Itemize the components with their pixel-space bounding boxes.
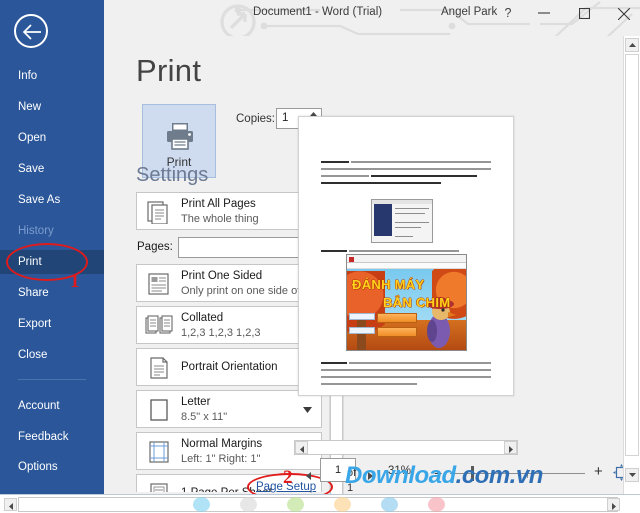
settings-heading: Settings <box>136 164 209 186</box>
taskbar-dot <box>240 497 257 512</box>
scroll-left-icon[interactable] <box>4 498 17 511</box>
sidebar-divider <box>18 379 86 380</box>
taskbar-dot <box>381 497 398 512</box>
setting-subtitle: Left: 1" Right: 1" <box>181 453 261 465</box>
print-preview-pane: ĐÁNH MÁY BẮN CHIM <box>284 36 614 456</box>
setting-title: Letter <box>181 396 211 408</box>
watermark-part1: Download <box>345 462 456 489</box>
sidebar-item-history: History <box>18 225 54 237</box>
one-sided-icon <box>148 273 169 295</box>
setting-subtitle: 1,2,3 1,2,3 1,2,3 <box>181 327 261 339</box>
sidebar-item-share[interactable]: Share <box>0 281 104 305</box>
help-icon[interactable]: ? <box>500 4 516 22</box>
sidebar-item-info[interactable]: Info <box>0 64 104 88</box>
preview-inline-dialog-image <box>371 199 433 243</box>
sidebar-item-feedback[interactable]: Feedback <box>0 425 104 449</box>
close-icon[interactable] <box>609 2 639 24</box>
scroll-right-icon[interactable] <box>607 498 620 511</box>
taskbar-dot <box>287 497 304 512</box>
taskbar-dot <box>193 497 210 512</box>
sidebar-item-account[interactable]: Account <box>0 394 104 418</box>
sidebar-item-open[interactable]: Open <box>0 126 104 150</box>
user-account-name[interactable]: Angel Park <box>441 6 497 18</box>
game-title-line1: ĐÁNH MÁY <box>352 277 425 292</box>
pages-label: Pages: <box>137 241 173 253</box>
bottom-horizontal-scrollbar[interactable] <box>0 494 640 513</box>
setting-title: Print All Pages <box>181 198 256 210</box>
maximize-icon[interactable] <box>569 2 599 24</box>
scroll-left-icon[interactable] <box>295 441 308 454</box>
paper-size-icon <box>150 399 168 421</box>
current-page-value: 1 <box>335 464 342 476</box>
setting-title: Portrait Orientation <box>181 361 278 373</box>
setting-title: Normal Margins <box>181 438 263 450</box>
setting-title: Print One Sided <box>181 270 263 282</box>
setting-title: Collated <box>181 312 224 324</box>
taskbar-dot <box>334 497 351 512</box>
window-vertical-scrollbar[interactable] <box>623 36 640 494</box>
sidebar-item-close[interactable]: Close <box>0 343 104 367</box>
zoom-in-button[interactable]: + <box>594 463 603 480</box>
sidebar-item-save[interactable]: Save <box>0 157 104 181</box>
collate-icon <box>145 315 173 334</box>
page-title: Print <box>136 53 202 88</box>
sidebar-item-new[interactable]: New <box>0 95 104 119</box>
preview-horizontal-scrollbar[interactable] <box>294 440 518 455</box>
previous-page-icon[interactable] <box>306 467 311 485</box>
watermark-part2: .com.vn <box>455 462 544 489</box>
orientation-icon <box>150 357 168 379</box>
sidebar-item-options[interactable]: Options <box>0 455 104 479</box>
taskbar-dot <box>428 497 445 512</box>
scroll-up-icon[interactable] <box>625 38 639 52</box>
pages-icon <box>147 201 168 224</box>
preview-game-screenshot: ĐÁNH MÁY BẮN CHIM <box>346 254 467 351</box>
sidebar-item-save-as[interactable]: Save As <box>0 188 104 212</box>
back-button[interactable] <box>14 14 48 48</box>
copies-label: Copies: <box>236 113 275 125</box>
setting-subtitle: 8.5" x 11" <box>181 411 228 423</box>
sidebar-item-export[interactable]: Export <box>0 312 104 336</box>
setting-subtitle: The whole thing <box>181 213 259 225</box>
watermark: Download.com.vn <box>345 462 543 490</box>
word-print-backstage: Document1 - Word (Trial) Angel Park ? In… <box>0 0 640 513</box>
margins-icon <box>149 441 169 463</box>
scroll-right-icon[interactable] <box>504 441 517 454</box>
preview-page[interactable]: ĐÁNH MÁY BẮN CHIM <box>298 116 514 396</box>
scrollbar-track[interactable] <box>625 54 639 456</box>
printer-icon <box>167 123 193 150</box>
scrollbar-track[interactable] <box>18 497 618 512</box>
minimize-icon[interactable] <box>529 2 559 24</box>
scroll-down-icon[interactable] <box>625 468 639 482</box>
annotation-number-1: 1 <box>70 271 80 292</box>
pages-per-sheet-icon <box>150 483 168 492</box>
window-title: Document1 - Word (Trial) <box>253 6 383 18</box>
game-title-line2: BẮN CHIM <box>383 295 451 310</box>
